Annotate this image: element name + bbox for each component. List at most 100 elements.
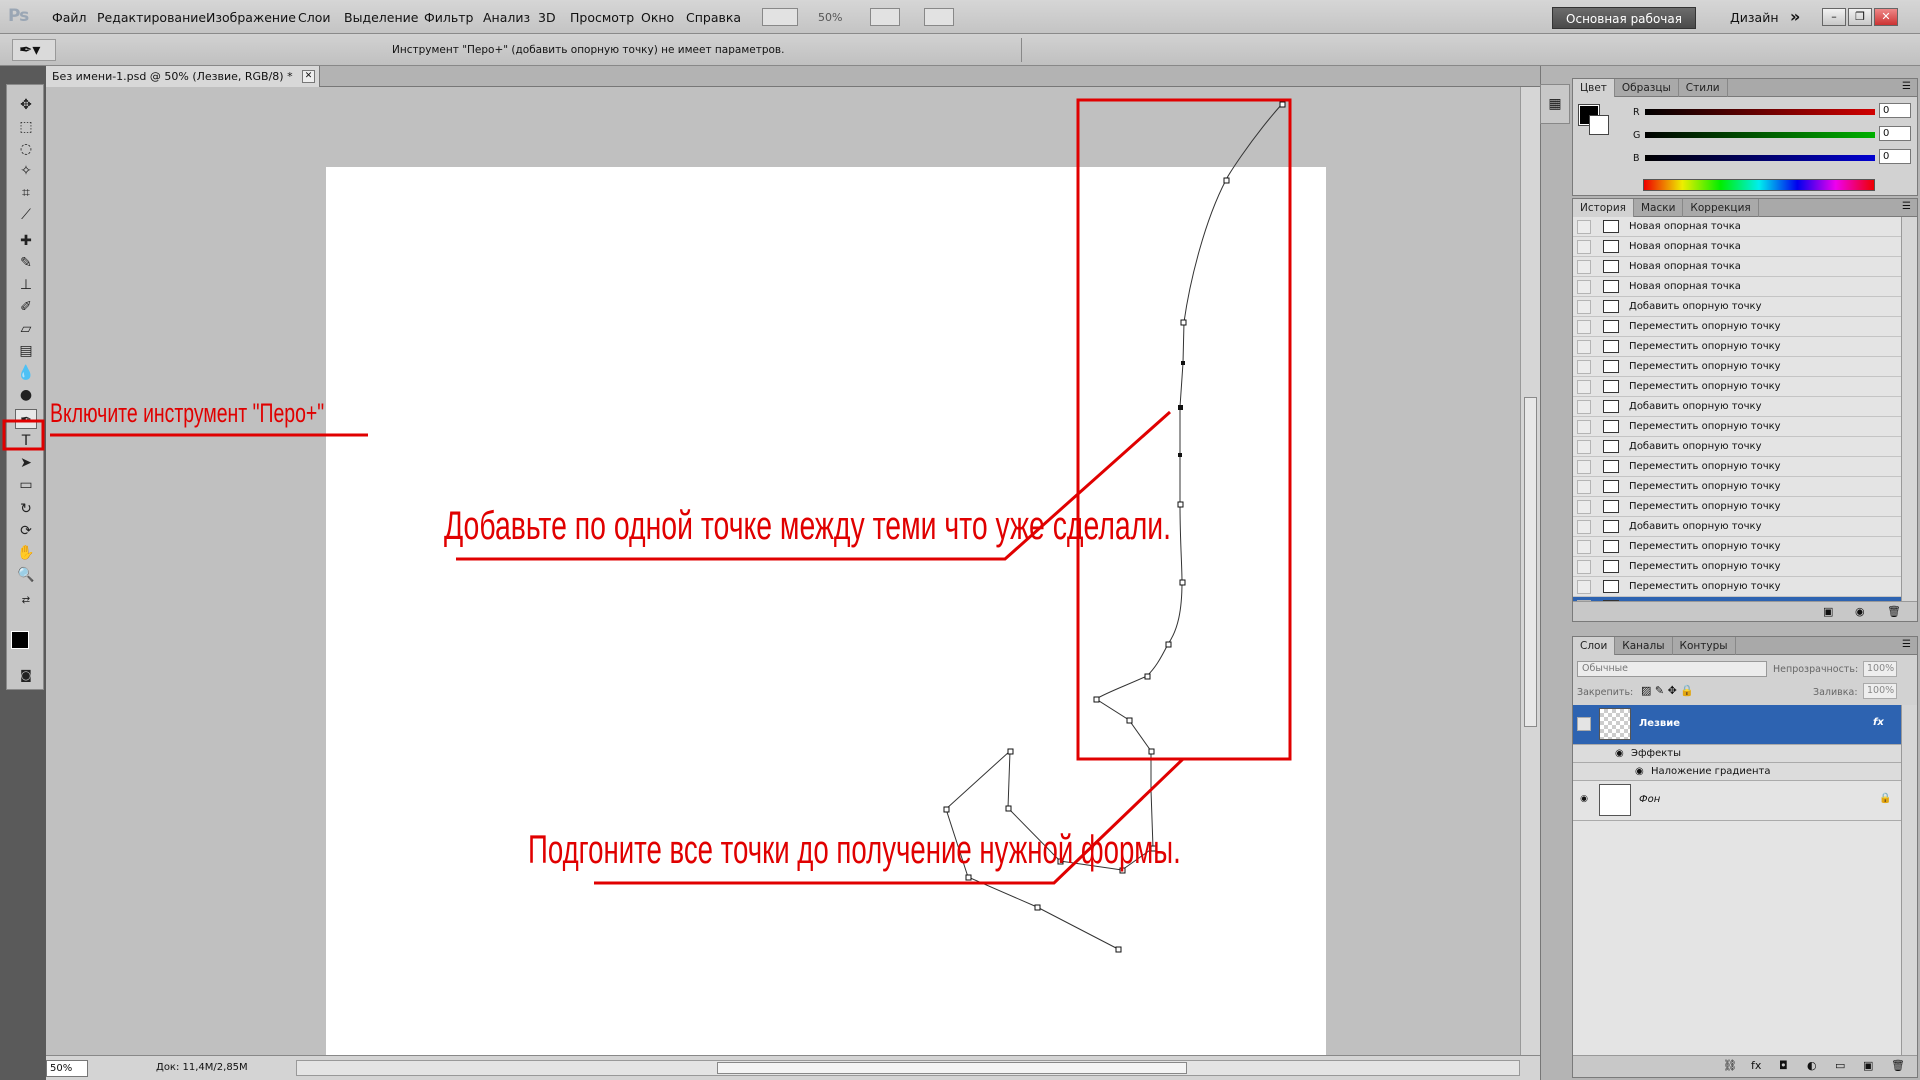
new-snapshot-icon[interactable]: ◉ [1855,605,1865,618]
vertical-scroll-thumb[interactable] [1524,397,1537,727]
eyedropper-tool-icon[interactable]: ⟋ [15,205,37,225]
clone-stamp-icon[interactable]: ⊥ [15,275,37,295]
history-item[interactable]: Переместить опорную точку [1573,577,1901,597]
history-source-checkbox[interactable] [1577,380,1591,394]
quick-mask-icon[interactable]: ◙ [15,665,37,685]
canvas[interactable] [326,167,1326,1080]
history-source-checkbox[interactable] [1577,480,1591,494]
history-item[interactable]: Новая опорная точка [1573,277,1901,297]
close-button[interactable]: ✕ [1874,8,1898,26]
history-source-checkbox[interactable] [1577,440,1591,454]
eye-icon[interactable]: ◉ [1635,766,1644,777]
history-source-checkbox[interactable] [1577,340,1591,354]
dodge-tool-icon[interactable]: ● [15,385,37,405]
close-tab-icon[interactable]: ✕ [302,70,315,83]
eye-icon[interactable]: ◉ [1615,748,1624,759]
pen-plus-tool-icon[interactable]: ✒ [15,409,37,429]
history-item[interactable]: Переместить опорную точку [1573,417,1901,437]
lock-icons[interactable]: ▨ ✎ ✥ 🔒 [1641,684,1694,697]
3d-orbit-icon[interactable]: ⟳ [15,521,37,541]
history-source-checkbox[interactable] [1577,300,1591,314]
eye-icon[interactable]: ◉ [1577,793,1591,807]
history-source-checkbox[interactable] [1577,260,1591,274]
menu-analysis[interactable]: Анализ [483,10,530,25]
tab-masks[interactable]: Маски [1634,199,1684,217]
channel-b-value[interactable]: 0 [1879,149,1911,164]
pen-plus-icon[interactable]: ✒▾ [12,39,56,61]
add-mask-icon[interactable]: ◘ [1779,1059,1788,1072]
color-background-swatch[interactable] [1589,115,1609,135]
menu-layers[interactable]: Слои [298,10,331,25]
vertical-scrollbar[interactable] [1520,87,1540,1055]
horizontal-scroll-thumb[interactable] [717,1062,1187,1074]
trash-icon[interactable]: 🗑 [1887,605,1901,618]
history-source-checkbox[interactable] [1577,540,1591,554]
more-workspaces-icon[interactable]: » [1790,7,1800,26]
history-source-checkbox[interactable] [1577,280,1591,294]
marquee-tool-icon[interactable]: ⬚ [15,117,37,137]
tab-styles[interactable]: Стили [1679,79,1728,97]
menu-window[interactable]: Окно [641,10,674,25]
history-item[interactable]: Переместить опорную точку [1573,537,1901,557]
menu-help[interactable]: Справка [686,10,741,25]
history-item[interactable]: Переместить опорную точку [1573,317,1901,337]
quick-select-tool-icon[interactable]: ✧ [15,161,37,181]
rectangle-tool-icon[interactable]: ▭ [15,475,37,495]
history-item[interactable]: Добавить опорную точку [1573,517,1901,537]
history-source-checkbox[interactable] [1577,580,1591,594]
swap-colors-icon[interactable]: ⇄ [15,591,37,611]
history-source-checkbox[interactable] [1577,520,1591,534]
history-source-checkbox[interactable] [1577,360,1591,374]
history-source-checkbox[interactable] [1577,320,1591,334]
history-source-checkbox[interactable] [1577,500,1591,514]
zoom-level[interactable]: 50% [818,11,842,24]
visibility-toggle[interactable] [1577,717,1591,731]
history-item[interactable]: Переместить опорную точку [1573,557,1901,577]
menu-select[interactable]: Выделение [344,10,418,25]
history-scrollbar[interactable] [1901,217,1917,601]
type-tool-icon[interactable]: T [15,431,37,451]
blur-tool-icon[interactable]: 💧 [15,363,37,383]
tab-history[interactable]: История [1573,199,1634,217]
launch-bridge-icon[interactable] [762,8,798,26]
channel-r-value[interactable]: 0 [1879,103,1911,118]
history-item[interactable]: Переместить опорную точку [1573,477,1901,497]
history-source-checkbox[interactable] [1577,560,1591,574]
layer-name[interactable]: Фон [1639,794,1660,805]
collapsed-panel-icon[interactable]: ▦ [1540,84,1570,124]
panel-menu-icon[interactable]: ☰ [1902,81,1911,92]
layer-row-blade[interactable]: Лезвие fx [1573,705,1901,745]
lasso-tool-icon[interactable]: ◌ [15,139,37,159]
link-layers-icon[interactable]: ⛓ [1723,1059,1737,1072]
arrange-documents-icon[interactable] [870,8,900,26]
history-item[interactable]: Переместить опорную точку [1573,377,1901,397]
menu-view[interactable]: Просмотр [570,10,634,25]
history-source-checkbox[interactable] [1577,240,1591,254]
history-item[interactable]: Переместить опорную точку [1573,457,1901,477]
new-layer-icon[interactable]: ▣ [1863,1059,1873,1072]
menu-file[interactable]: Файл [52,10,87,25]
history-source-checkbox[interactable] [1577,420,1591,434]
layers-scrollbar[interactable] [1901,705,1917,1055]
brush-tool-icon[interactable]: ✎ [15,253,37,273]
status-doc-size[interactable]: Док: 11,4M/2,85M [156,1062,248,1073]
channel-b-slider[interactable] [1645,155,1875,161]
layer-style-icon[interactable]: fx [1751,1059,1761,1072]
blend-mode-select[interactable]: Обычные [1577,661,1767,677]
fx-icon[interactable]: fx [1873,717,1884,728]
history-item[interactable]: Новая опорная точка [1573,237,1901,257]
layer-row-background[interactable]: ◉ Фон 🔒 [1573,781,1901,821]
history-item[interactable]: Добавить опорную точку [1573,397,1901,417]
history-item[interactable]: Переместить опорную точку [1573,357,1901,377]
status-zoom-field[interactable]: 50% [46,1060,88,1077]
channel-r-slider[interactable] [1645,109,1875,115]
menu-edit[interactable]: Редактирование [97,10,206,25]
tab-color[interactable]: Цвет [1573,79,1615,97]
horizontal-scrollbar[interactable] [296,1060,1520,1076]
move-tool-icon[interactable]: ✥ [15,95,37,115]
history-source-checkbox[interactable] [1577,220,1591,234]
fill-field[interactable]: 100% [1863,683,1897,699]
panel-menu-icon[interactable]: ☰ [1902,201,1911,212]
adjustment-layer-icon[interactable]: ◐ [1807,1059,1817,1072]
menu-filter[interactable]: Фильтр [424,10,473,25]
